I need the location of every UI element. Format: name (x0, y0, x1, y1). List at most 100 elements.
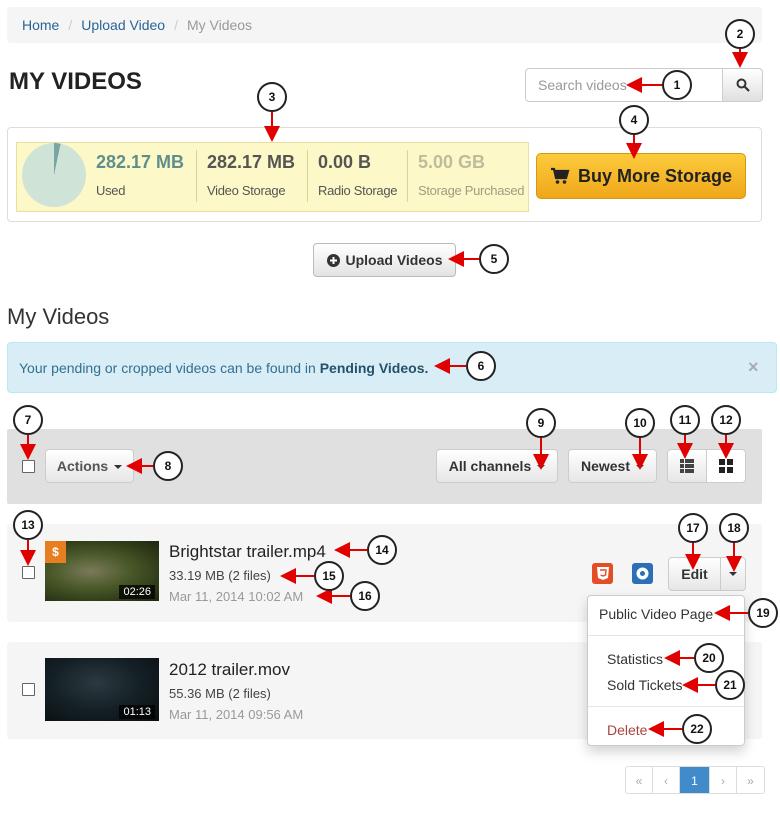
video-row-checkbox[interactable] (22, 566, 35, 579)
callout-marker: 7 (13, 405, 43, 435)
pending-videos-link[interactable]: Pending Videos. (320, 360, 429, 376)
section-title: My Videos (7, 304, 110, 329)
channels-filter-label: All channels (448, 458, 532, 474)
video-duration: 01:13 (119, 705, 155, 719)
buy-more-storage-button[interactable]: Buy More Storage (536, 153, 746, 199)
video-duration: 02:26 (119, 585, 155, 599)
chevron-down-icon (729, 572, 737, 576)
cart-icon (550, 167, 570, 184)
paid-badge: $ (45, 541, 66, 563)
storage-purchased-label: Storage Purchased (418, 183, 525, 198)
grid-view-button[interactable] (706, 449, 746, 483)
video-date: Mar 11, 2014 10:02 AM (169, 589, 304, 604)
chevron-down-icon (114, 465, 123, 469)
buy-more-storage-label: Buy More Storage (577, 165, 733, 186)
storage-usage-pie-icon (22, 143, 86, 207)
list-view-button[interactable] (667, 449, 707, 483)
grid-view-icon (719, 459, 733, 473)
pagination: « ‹ 1 › » (625, 766, 765, 794)
edit-video-button[interactable]: Edit (668, 557, 721, 591)
video-thumbnail[interactable]: 01:13 (45, 658, 159, 721)
radio-storage-stat: 0.00 B Radio Storage (318, 152, 398, 198)
alert-text: Your pending or cropped videos can be fo… (19, 359, 316, 376)
search-group (525, 68, 763, 102)
callout-marker: 21 (715, 670, 745, 700)
chevron-down-icon (537, 465, 546, 469)
storage-purchased-value: 5.00 GB (418, 152, 486, 172)
video-storage-value: 282.17 MB (207, 152, 296, 172)
video-title[interactable]: Brightstar trailer.mp4 (169, 542, 326, 562)
upload-videos-button[interactable]: Upload Videos (313, 243, 456, 277)
callout-marker: 9 (526, 408, 556, 438)
callout-marker: 5 (479, 244, 509, 274)
callout-marker: 22 (682, 714, 712, 744)
video-title[interactable]: 2012 trailer.mov (169, 660, 290, 680)
video-options-toggle[interactable] (720, 557, 746, 591)
menu-divider (588, 635, 744, 636)
page-title: MY VIDEOS (9, 68, 142, 95)
search-input[interactable] (525, 68, 723, 102)
pagination-first[interactable]: « (626, 767, 653, 793)
pagination-next[interactable]: › (710, 767, 737, 793)
edit-label: Edit (681, 566, 708, 582)
breadcrumb-current: My Videos (186, 17, 253, 33)
stat-divider (407, 150, 408, 202)
breadcrumb-separator: / (174, 17, 178, 33)
callout-marker: 18 (719, 513, 749, 543)
actions-dropdown-button[interactable]: Actions (45, 449, 134, 483)
breadcrumb-home-link[interactable]: Home (22, 17, 59, 33)
upload-videos-label: Upload Videos (345, 252, 443, 268)
callout-marker: 16 (350, 581, 380, 611)
video-size: 33.19 MB (2 files) (169, 568, 271, 583)
callout-marker: 13 (13, 510, 43, 540)
stat-divider (307, 150, 308, 202)
video-storage-stat: 282.17 MB Video Storage (207, 152, 295, 198)
breadcrumb-upload-link[interactable]: Upload Video (81, 17, 165, 33)
callout-marker: 3 (257, 82, 287, 112)
web-browser-icon (632, 563, 653, 584)
breadcrumb-separator: / (68, 17, 73, 33)
breadcrumb: Home / Upload Video / My Videos (7, 7, 762, 43)
pagination-current-page[interactable]: 1 (680, 767, 710, 793)
callout-marker: 8 (153, 451, 183, 481)
pagination-prev[interactable]: ‹ (653, 767, 680, 793)
list-view-icon (680, 459, 694, 473)
storage-used-value: 282.17 MB (96, 152, 185, 172)
actions-label: Actions (56, 458, 109, 474)
menu-item-delete[interactable]: Delete (607, 722, 647, 738)
storage-used-label: Used (96, 183, 126, 198)
video-size: 55.36 MB (2 files) (169, 686, 271, 701)
html5-icon (592, 563, 613, 584)
video-storage-label: Video Storage (207, 183, 286, 198)
callout-marker: 17 (678, 513, 708, 543)
pending-videos-alert: Your pending or cropped videos can be fo… (7, 342, 777, 393)
alert-close-button[interactable]: × (748, 357, 759, 378)
callout-marker: 11 (670, 405, 700, 435)
sort-order-label: Newest (580, 458, 631, 474)
channels-filter-button[interactable]: All channels (436, 449, 558, 483)
select-all-checkbox[interactable] (22, 460, 35, 473)
radio-storage-value: 0.00 B (318, 152, 372, 172)
radio-storage-label: Radio Storage (318, 183, 398, 198)
plus-circle-icon (326, 253, 340, 267)
video-date: Mar 11, 2014 09:56 AM (169, 707, 304, 722)
search-icon (736, 78, 750, 92)
pagination-last[interactable]: » (737, 767, 764, 793)
chevron-down-icon (636, 465, 645, 469)
callout-marker: 4 (619, 105, 649, 135)
search-button[interactable] (723, 68, 763, 102)
video-options-menu: Public Video Page Statistics Sold Ticket… (587, 595, 745, 746)
storage-purchased-stat: 5.00 GB Storage Purchased (418, 152, 525, 198)
menu-item-public-video-page[interactable]: Public Video Page (599, 606, 713, 622)
sort-order-button[interactable]: Newest (568, 449, 657, 483)
stat-divider (196, 150, 197, 202)
video-row-checkbox[interactable] (22, 683, 35, 696)
storage-used-stat: 282.17 MB Used (96, 152, 184, 198)
menu-item-statistics[interactable]: Statistics (607, 651, 663, 667)
menu-item-sold-tickets[interactable]: Sold Tickets (607, 677, 682, 693)
callout-marker: 12 (711, 405, 741, 435)
callout-marker: 14 (367, 535, 397, 565)
menu-divider (588, 706, 744, 707)
callout-marker: 2 (725, 19, 755, 49)
callout-marker: 20 (694, 643, 724, 673)
